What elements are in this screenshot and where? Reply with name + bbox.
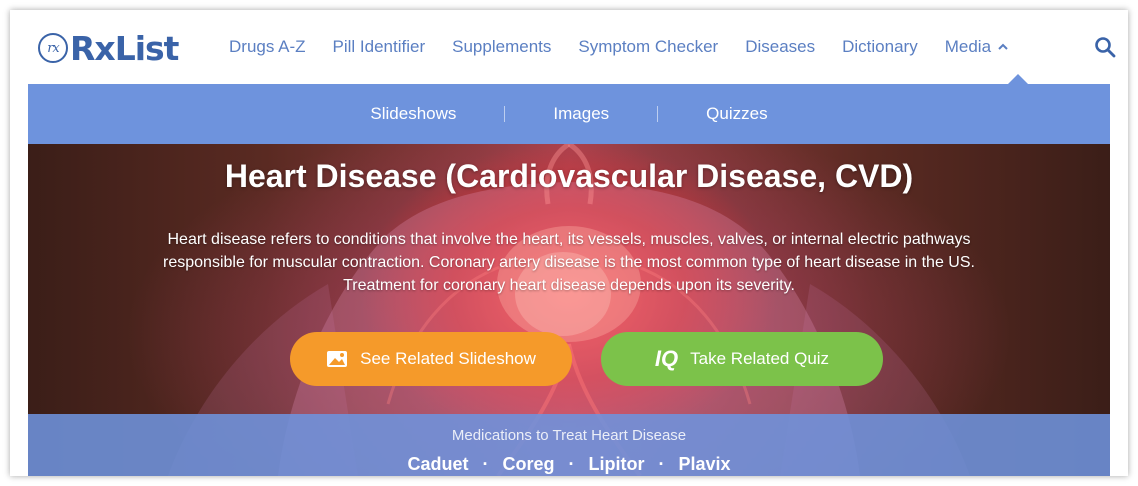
page-title: Heart Disease (Cardiovascular Disease, C… bbox=[224, 158, 914, 194]
logo-mark: rx bbox=[38, 33, 68, 63]
chevron-up-icon bbox=[998, 43, 1008, 50]
see-related-slideshow-button[interactable]: See Related Slideshow bbox=[290, 332, 572, 386]
image-icon bbox=[327, 351, 348, 367]
subnav-divider bbox=[504, 106, 506, 122]
medications-title: Medications to Treat Heart Disease bbox=[451, 427, 687, 444]
nav-pill-identifier[interactable]: Pill Identifier bbox=[333, 37, 426, 57]
nav-dictionary[interactable]: Dictionary bbox=[842, 37, 918, 57]
medication-link[interactable]: Lipitor bbox=[588, 454, 644, 475]
take-related-quiz-button[interactable]: IQ Take Related Quiz bbox=[601, 332, 883, 386]
nav-diseases[interactable]: Diseases bbox=[745, 37, 815, 57]
list-separator: · bbox=[482, 454, 489, 474]
medication-link[interactable]: Coreg bbox=[502, 454, 554, 475]
list-separator: · bbox=[658, 454, 665, 474]
subnav-slideshows[interactable]: Slideshows bbox=[370, 104, 456, 124]
quiz-button-label: Take Related Quiz bbox=[690, 349, 830, 368]
nav-media-label: Media bbox=[944, 37, 992, 56]
page-description: Heart disease refers to conditions that … bbox=[163, 231, 975, 294]
media-subnav: Slideshows Images Quizzes bbox=[28, 84, 1110, 144]
nav-supplements[interactable]: Supplements bbox=[452, 37, 551, 57]
subnav-images[interactable]: Images bbox=[553, 104, 609, 124]
search-icon[interactable] bbox=[1094, 36, 1116, 58]
nav-media[interactable]: Media bbox=[945, 37, 1009, 57]
subnav-divider bbox=[657, 106, 659, 122]
medication-link[interactable]: Plavix bbox=[678, 454, 730, 475]
page-frame: rx RxList Drugs A-Z Pill Identifier Supp… bbox=[10, 10, 1128, 476]
logo-text: RxList bbox=[70, 28, 179, 68]
medication-link[interactable]: Caduet bbox=[407, 454, 468, 475]
nav-drugs-a-z[interactable]: Drugs A-Z bbox=[229, 37, 306, 57]
hero-banner: Heart Disease (Cardiovascular Disease, C… bbox=[28, 144, 1110, 476]
nav-symptom-checker[interactable]: Symptom Checker bbox=[578, 37, 718, 57]
main-nav-links: Drugs A-Z Pill Identifier Supplements Sy… bbox=[229, 10, 1009, 84]
list-separator: · bbox=[568, 454, 575, 474]
rxlist-logo[interactable]: rx RxList bbox=[38, 28, 179, 68]
medications-list: Caduet · Coreg · Lipitor · Plavix bbox=[28, 454, 1110, 475]
iq-icon: IQ bbox=[654, 346, 679, 371]
top-navigation: rx RxList Drugs A-Z Pill Identifier Supp… bbox=[10, 10, 1128, 84]
subnav-quizzes[interactable]: Quizzes bbox=[706, 104, 767, 124]
medications-band: Medications to Treat Heart Disease Cadue… bbox=[28, 414, 1110, 476]
media-menu-caret bbox=[1008, 74, 1028, 84]
slideshow-button-label: See Related Slideshow bbox=[360, 349, 536, 368]
